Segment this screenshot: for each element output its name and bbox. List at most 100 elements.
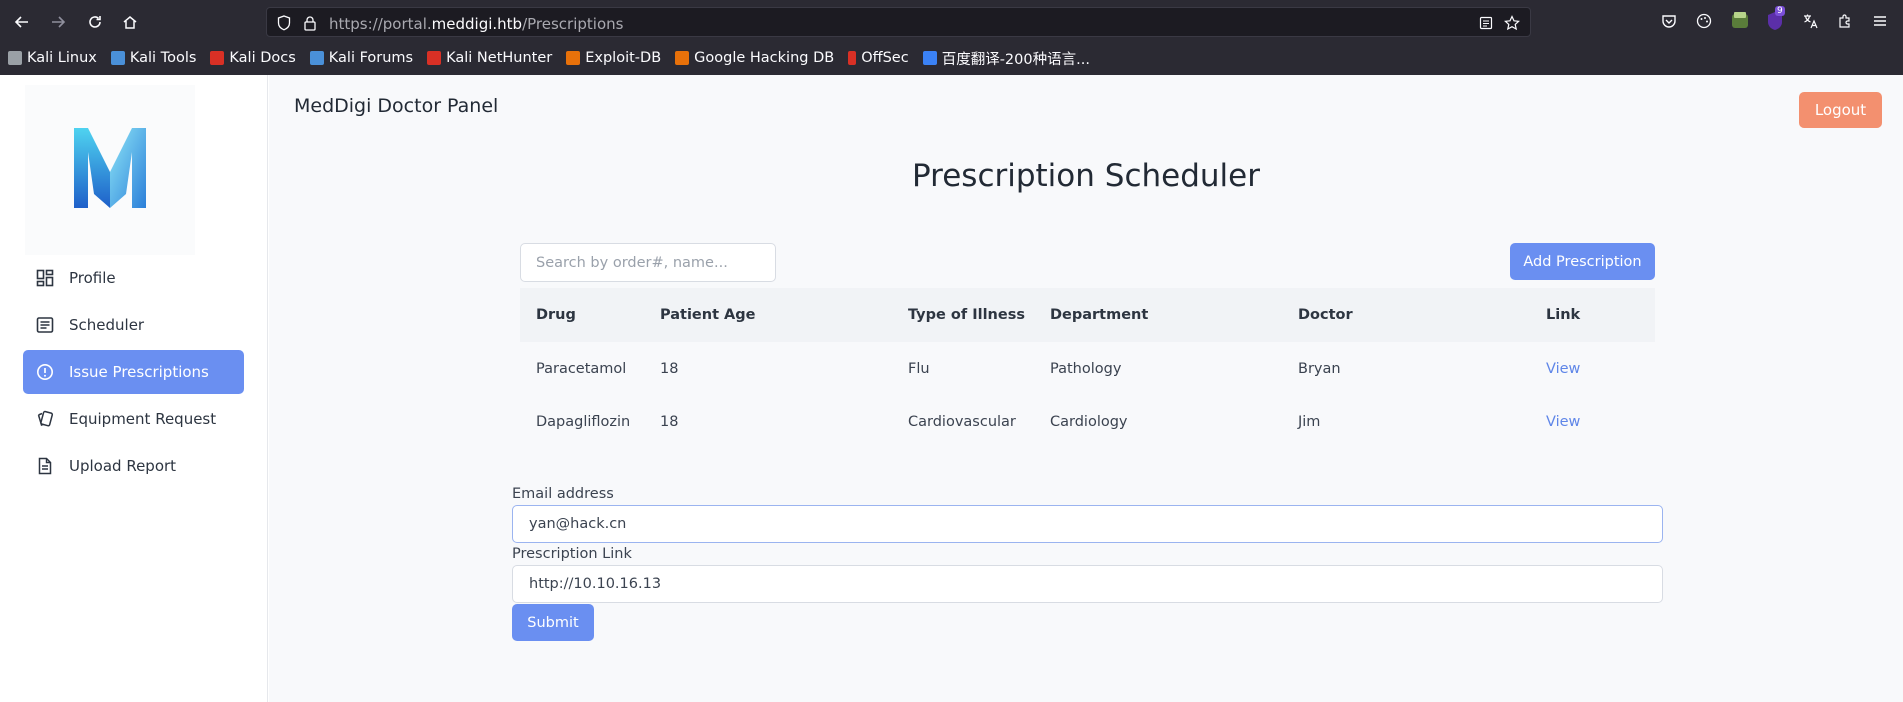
- sidebar-item-label: Profile: [69, 269, 116, 287]
- sidebar-item-label: Equipment Request: [69, 410, 217, 428]
- prescriptions-table: Drug Patient Age Type of Illness Departm…: [520, 288, 1655, 448]
- sidebar-item-label: Issue Prescriptions: [69, 363, 209, 381]
- url-path: /Prescriptions: [522, 15, 624, 33]
- cell-department: Pathology: [1050, 360, 1122, 377]
- logout-button[interactable]: Logout: [1799, 92, 1882, 128]
- exploit-db-icon: [566, 51, 581, 65]
- main-content: MedDigi Doctor Panel Logout Prescription…: [269, 75, 1903, 702]
- bookmark-item[interactable]: OffSec: [848, 50, 909, 66]
- cards-icon: [35, 409, 55, 429]
- url-prefix: https://portal.: [329, 15, 432, 33]
- column-header: Type of Illness: [892, 288, 1034, 342]
- cell-illness: Flu: [908, 360, 930, 377]
- bookmark-star-icon[interactable]: [1503, 14, 1521, 32]
- prescription-link-field[interactable]: [512, 565, 1663, 603]
- sidebar-item-upload-report[interactable]: Upload Report: [23, 444, 244, 488]
- reload-icon[interactable]: [82, 9, 108, 35]
- pocket-icon[interactable]: [1657, 9, 1681, 33]
- list-icon: [35, 315, 55, 335]
- cell-patient-age: 18: [660, 413, 679, 430]
- column-header: Drug: [520, 288, 644, 342]
- column-header: Patient Age: [644, 288, 892, 342]
- table-row: Dapagliflozin 18 Cardiovascular Cardiolo…: [520, 395, 1655, 448]
- bookmark-item[interactable]: Exploit-DB: [566, 50, 661, 66]
- page: Profile Scheduler Issue Prescriptions Eq…: [0, 75, 1903, 702]
- sidebar-item-equipment-request[interactable]: Equipment Request: [23, 397, 244, 441]
- column-header: Link: [1530, 288, 1655, 342]
- url-text[interactable]: https://portal.meddigi.htb/Prescriptions: [329, 15, 623, 33]
- bookmark-label: Kali Forums: [328, 50, 414, 66]
- cell-doctor: Jim: [1298, 413, 1321, 430]
- home-icon[interactable]: [117, 9, 143, 35]
- bookmark-label: 百度翻译-200种语言...: [941, 51, 1090, 68]
- bookmark-label: Kali NetHunter: [446, 50, 553, 66]
- alert-circle-icon: [35, 362, 55, 382]
- dashboard-icon: [35, 268, 55, 288]
- bookmark-item[interactable]: Kali Docs: [210, 50, 296, 66]
- panel-title: MedDigi Doctor Panel: [294, 95, 499, 117]
- shield-icon[interactable]: [275, 14, 293, 32]
- bookmark-label: Kali Docs: [229, 50, 296, 66]
- add-prescription-button[interactable]: Add Prescription: [1510, 243, 1655, 280]
- bookmark-item[interactable]: Kali Forums: [309, 50, 414, 66]
- burp-extension-icon[interactable]: [1728, 9, 1752, 33]
- address-bar[interactable]: https://portal.meddigi.htb/Prescriptions: [266, 7, 1531, 37]
- bookmark-item[interactable]: Kali NetHunter: [427, 50, 552, 66]
- sidebar-item-label: Scheduler: [69, 316, 145, 334]
- sidebar-item-issue-prescriptions[interactable]: Issue Prescriptions: [23, 350, 244, 394]
- lock-icon[interactable]: [301, 14, 319, 32]
- kali-icon: [8, 51, 22, 65]
- bookmark-label: Google Hacking DB: [694, 50, 835, 66]
- sidebar-item-scheduler[interactable]: Scheduler: [23, 303, 244, 347]
- baidu-translate-icon: [922, 51, 937, 65]
- forward-icon[interactable]: [45, 9, 71, 35]
- cell-doctor: Bryan: [1298, 360, 1341, 377]
- cell-drug: Paracetamol: [536, 360, 627, 377]
- bookmark-item[interactable]: Google Hacking DB: [675, 50, 834, 66]
- kali-docs-icon: [210, 51, 225, 65]
- sidebar: Profile Scheduler Issue Prescriptions Eq…: [0, 75, 268, 702]
- bookmark-label: Kali Tools: [129, 50, 197, 66]
- translate-icon[interactable]: [1798, 9, 1822, 33]
- view-link[interactable]: View: [1530, 342, 1655, 395]
- bookmark-item[interactable]: Kali Tools: [110, 50, 197, 66]
- table-row: Paracetamol 18 Flu Pathology Bryan View: [520, 342, 1655, 395]
- bookmarks-toolbar: Kali Linux Kali Tools Kali Docs Kali For…: [8, 46, 1090, 70]
- bookmark-label: OffSec: [861, 50, 909, 66]
- bookmark-label: Exploit-DB: [585, 50, 662, 66]
- search-input[interactable]: [520, 243, 776, 282]
- reader-view-icon[interactable]: [1477, 14, 1495, 32]
- page-title: Prescription Scheduler: [912, 158, 1260, 194]
- menu-icon[interactable]: [1868, 9, 1892, 33]
- kali-forums-icon: [309, 51, 324, 65]
- column-header: Department: [1034, 288, 1282, 342]
- submit-button[interactable]: Submit: [512, 604, 594, 641]
- cell-department: Cardiology: [1050, 413, 1128, 430]
- cell-patient-age: 18: [660, 360, 679, 377]
- browser-chrome: https://portal.meddigi.htb/Prescriptions…: [0, 0, 1903, 75]
- sidebar-item-label: Upload Report: [69, 457, 177, 475]
- foxyproxy-icon[interactable]: 9: [1763, 6, 1787, 33]
- cell-illness: Cardiovascular: [908, 413, 1016, 430]
- bookmark-item[interactable]: 百度翻译-200种语言...: [922, 48, 1090, 69]
- view-link[interactable]: View: [1530, 395, 1655, 448]
- column-header: Doctor: [1282, 288, 1530, 342]
- email-field[interactable]: [512, 505, 1663, 543]
- extensions-puzzle-icon[interactable]: [1833, 9, 1857, 33]
- sidebar-item-profile[interactable]: Profile: [23, 256, 244, 300]
- cell-drug: Dapagliflozin: [536, 413, 631, 430]
- email-label: Email address: [512, 486, 614, 502]
- extension-palette-icon[interactable]: [1692, 9, 1716, 33]
- kali-tools-icon: [110, 51, 125, 65]
- document-icon: [35, 456, 55, 476]
- bookmark-label: Kali Linux: [27, 50, 97, 66]
- prescription-link-label: Prescription Link: [512, 546, 632, 562]
- url-host: meddigi.htb: [431, 15, 523, 33]
- offsec-icon: [848, 51, 857, 65]
- extension-badge: 9: [1775, 6, 1785, 16]
- back-icon[interactable]: [9, 9, 35, 35]
- table-header-row: Drug Patient Age Type of Illness Departm…: [520, 288, 1655, 342]
- ghdb-icon: [675, 51, 690, 65]
- bookmark-item[interactable]: Kali Linux: [8, 50, 97, 66]
- nethunter-icon: [427, 51, 442, 65]
